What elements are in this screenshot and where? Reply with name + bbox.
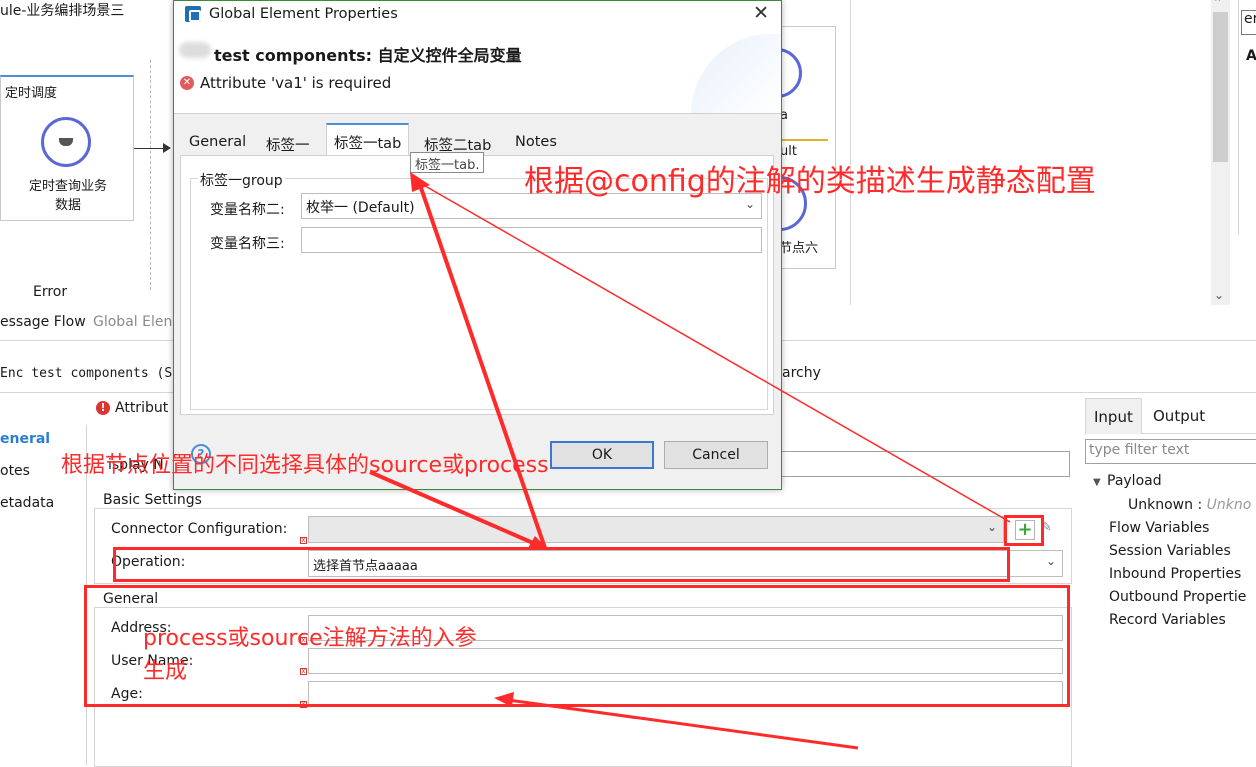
scheduler-node-caption: 定时查询业务 数据 (28, 179, 107, 213)
tree-item-session-variables[interactable]: Session Variables (1093, 540, 1251, 563)
global-element-dialog: Global Element Properties ✕ test compone… (173, 0, 782, 490)
tab-input[interactable]: Input (1085, 398, 1142, 434)
attribute-error: ! Attribut (96, 400, 168, 416)
blurred-region (179, 42, 211, 58)
scroll-down-icon[interactable]: ⌄ (1214, 288, 1224, 302)
properties-left-nav: eneral otes etadata (0, 423, 54, 519)
var3-input[interactable] (301, 227, 762, 253)
tab-general[interactable]: General (182, 127, 253, 156)
schedule-flow-box[interactable]: 定时调度 定时查询业务 数据 (0, 75, 134, 221)
ok-button[interactable]: OK (550, 441, 654, 469)
cancel-button[interactable]: Cancel (664, 441, 768, 469)
chevron-down-icon[interactable]: ▼ (1093, 471, 1107, 494)
canvas-title: ule-业务编排场景三 (0, 3, 125, 19)
tree-item-flow-variables[interactable]: Flow Variables (1093, 517, 1251, 540)
properties-view-title: Enc test components (S (0, 366, 173, 381)
dialog-header: test components: 自定义控件全局变量 ✕ Attribute '… (174, 26, 781, 114)
error-handling-label: Error (33, 284, 68, 300)
dialog-error-text: Attribute 'va1' is required (200, 74, 392, 92)
annotation-config-note: 根据@config的注解的类描述生成静态配置 (524, 164, 1096, 199)
var2-value: 枚举一 (Default) (306, 200, 415, 216)
dialog-title: Global Element Properties (209, 5, 398, 22)
annotation-box-operation (113, 547, 1010, 582)
chevron-down-icon: ⌄ (1045, 554, 1056, 568)
side-label: A (1246, 48, 1256, 64)
tab-tooltip: 标签一tab. (410, 152, 485, 173)
connector-config-label: Connector Configuration: (111, 521, 288, 537)
tab-global-elements[interactable]: Global Elen (93, 314, 172, 330)
scrollbar-thumb[interactable] (1213, 12, 1228, 162)
tab-label-one[interactable]: 标签一 (259, 127, 317, 156)
dialog-subtitle: test components: 自定义控件全局变量 (214, 46, 522, 65)
error-icon: ! (96, 401, 110, 415)
nav-item-metadata[interactable]: etadata (0, 487, 54, 519)
tree-item-record-variables[interactable]: Record Variables (1093, 609, 1251, 632)
group-title: 标签一group (198, 170, 285, 190)
io-tabs: Input Output (1085, 398, 1256, 434)
annotation-params-note-line1: process或source注解方法的入参 (143, 626, 477, 651)
display-name-input[interactable] (776, 451, 1070, 477)
variables-tree: ▼ Payload Unknown : Unkno Flow Variables … (1093, 470, 1251, 632)
tab-hierarchy[interactable]: archy (782, 365, 821, 381)
divider (1238, 0, 1239, 235)
annotation-source-process-note: 根据节点位置的不同选择具体的source或process (61, 453, 549, 478)
flow-box-header: 定时调度 (5, 86, 58, 101)
tree-item-outbound-properties[interactable]: Outbound Propertie (1093, 586, 1251, 609)
dialog-error: ✕ Attribute 'va1' is required (180, 74, 391, 92)
node-label-fragment: 节点六 (779, 241, 819, 256)
annotation-box-add-button (1004, 515, 1044, 546)
var2-label: 变量名称二: (210, 202, 285, 218)
chevron-down-icon: ⌄ (986, 520, 997, 534)
lane-divider (150, 60, 151, 290)
tab-output[interactable]: Output (1145, 398, 1213, 434)
nav-item-general[interactable]: eneral (0, 423, 54, 455)
tab-notes[interactable]: Notes (508, 127, 564, 156)
tree-item-payload[interactable]: ▼ Payload (1093, 470, 1251, 494)
side-search-input[interactable]: er (1241, 10, 1256, 35)
filter-input[interactable]: type filter text (1085, 439, 1256, 464)
error-icon: ✕ (180, 76, 194, 90)
app-logo-icon (185, 5, 201, 22)
attribute-error-text: Attribut (115, 400, 169, 416)
scheduler-node-icon[interactable] (41, 117, 91, 167)
flow-arrow-head-icon (163, 143, 171, 153)
required-marker-icon: x (300, 536, 307, 544)
scroll-up-icon[interactable]: ⌃ (1213, 0, 1222, 9)
connector-config-select[interactable]: ⌄ (308, 516, 1004, 543)
annotation-params-note-line2: 生成 (143, 659, 188, 684)
tab-label-one-tab[interactable]: 标签一tab (326, 123, 410, 156)
header-decoration (691, 34, 781, 113)
close-icon[interactable]: ✕ (753, 1, 769, 25)
divider (850, 0, 851, 305)
tab-message-flow[interactable]: essage Flow (0, 314, 86, 330)
tree-item-unknown[interactable]: Unknown : Unkno (1093, 494, 1251, 517)
basic-settings-title: Basic Settings (101, 492, 204, 508)
nav-item-notes[interactable]: otes (0, 455, 54, 487)
dialog-titlebar[interactable]: Global Element Properties ✕ (174, 1, 781, 26)
var3-label: 变量名称三: (210, 236, 285, 252)
tree-item-inbound-properties[interactable]: Inbound Properties (1093, 563, 1251, 586)
